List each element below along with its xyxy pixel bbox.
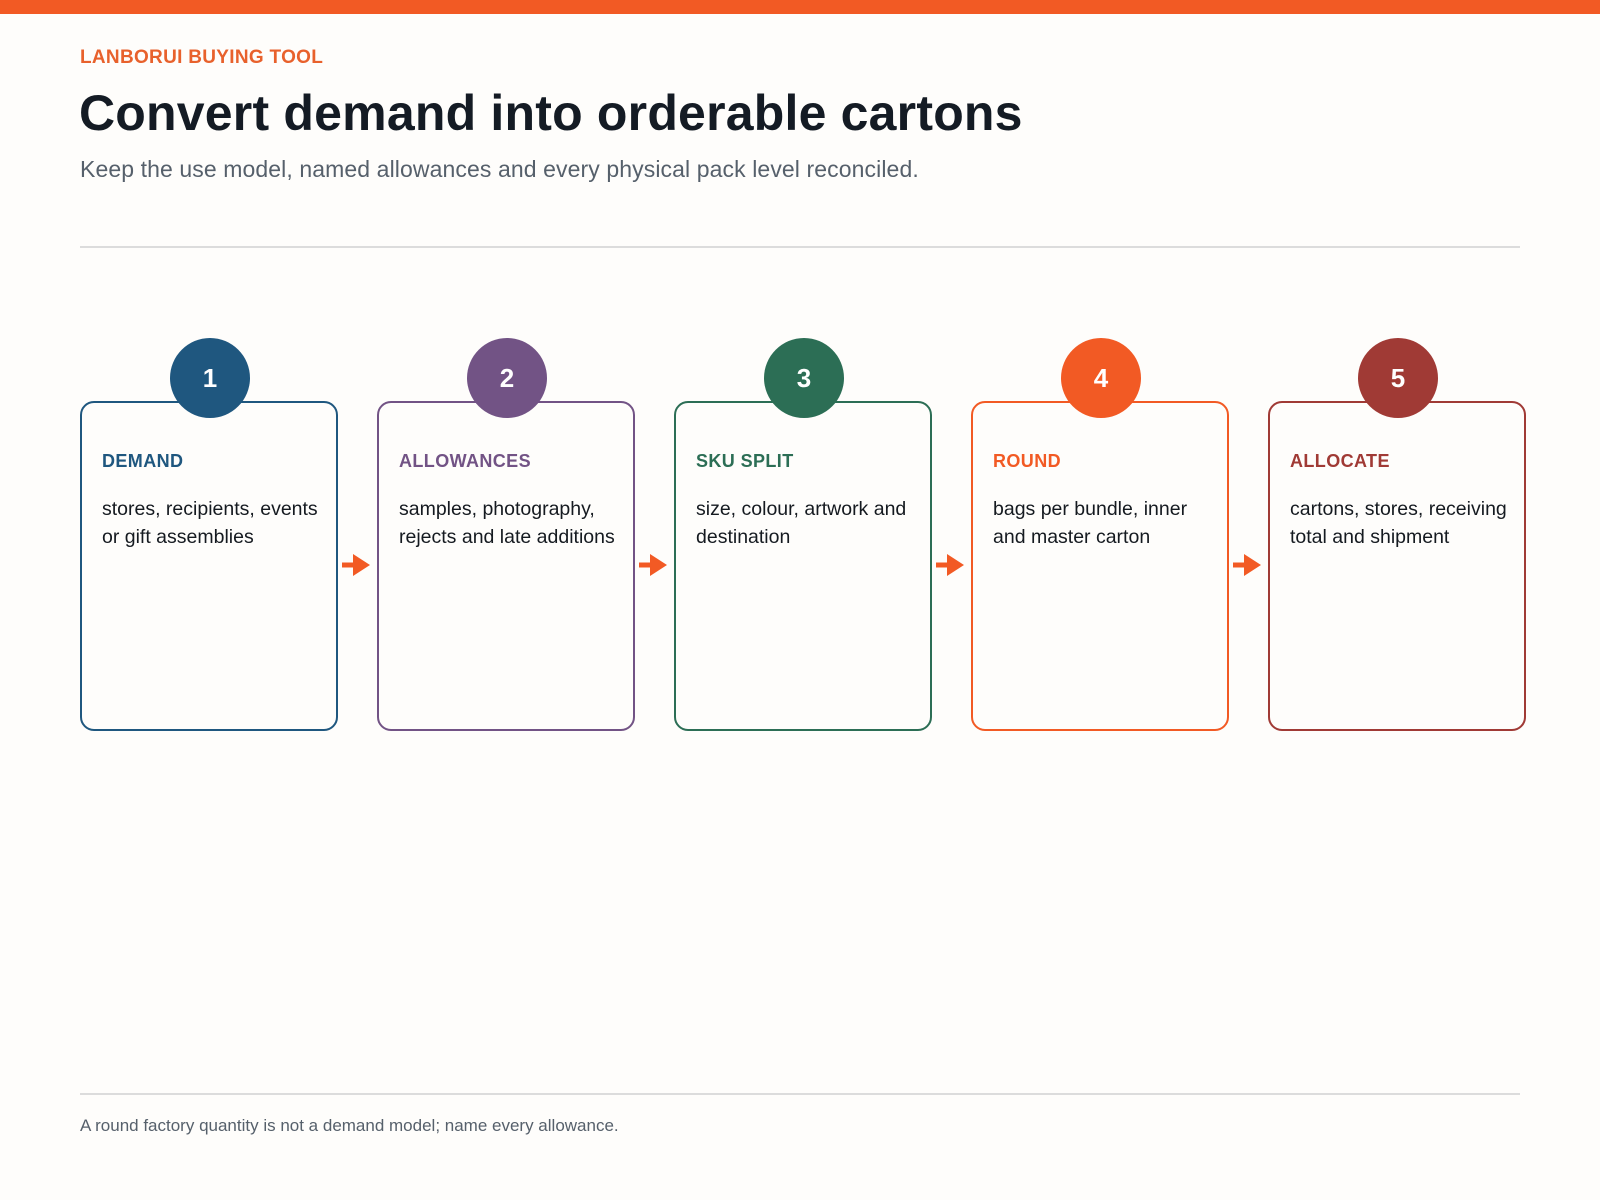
step-number-badge: 3: [764, 338, 844, 418]
step-description: size, colour, artwork and destination: [696, 498, 907, 548]
step-number-badge: 4: [1061, 338, 1141, 418]
step-description: stores, recipients, events or gift assem…: [102, 498, 318, 548]
step-description: samples, photography, rejects and late a…: [399, 498, 615, 548]
page-subtitle: Keep the use model, named allowances and…: [80, 156, 919, 182]
step-title: ALLOWANCES: [399, 451, 531, 471]
step-card-allocate: ALLOCATE cartons, stores, receiving tota…: [1268, 401, 1526, 731]
step-title: DEMAND: [102, 451, 184, 471]
header-divider: [80, 246, 1520, 248]
step-number-badge: 2: [467, 338, 547, 418]
arrow-right-icon: [639, 554, 667, 576]
arrow-right-icon: [1233, 554, 1261, 576]
step-card-sku-split: SKU SPLIT size, colour, artwork and dest…: [674, 401, 932, 731]
step-number-badge: 1: [170, 338, 250, 418]
page-title: Convert demand into orderable cartons: [79, 85, 1023, 141]
arrow-right-icon: [342, 554, 370, 576]
step-description: bags per bundle, inner and master carton: [993, 498, 1188, 548]
step-description: cartons, stores, receiving total and shi…: [1290, 498, 1507, 548]
step-title: ROUND: [993, 451, 1061, 471]
footer-note: A round factory quantity is not a demand…: [80, 1116, 619, 1135]
step-card-round: ROUND bags per bundle, inner and master …: [971, 401, 1229, 731]
step-card-demand: DEMAND stores, recipients, events or gif…: [80, 401, 338, 731]
arrow-right-icon: [936, 554, 964, 576]
step-card-allowances: ALLOWANCES samples, photography, rejects…: [377, 401, 635, 731]
footer-divider: [80, 1093, 1520, 1095]
eyebrow-label: LANBORUI BUYING TOOL: [80, 47, 324, 68]
step-number-badge: 5: [1358, 338, 1438, 418]
step-title: ALLOCATE: [1290, 451, 1390, 471]
step-title: SKU SPLIT: [696, 451, 794, 471]
top-accent-bar: [0, 0, 1600, 14]
